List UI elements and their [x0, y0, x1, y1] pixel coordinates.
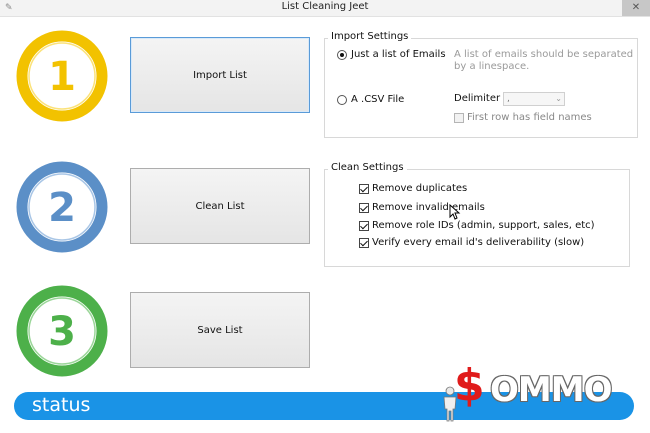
step-1-ring: 1 [16, 30, 108, 122]
first-row-label[interactable]: First row has field names [467, 112, 592, 123]
mouse-cursor-icon [449, 204, 461, 220]
title-bar: ✎ List Cleaning Jeet ✕ [0, 0, 650, 17]
step-2-ring: 2 [16, 161, 108, 253]
radio-emails-label[interactable]: Just a list of Emails [351, 49, 446, 60]
verify-deliverability-checkbox[interactable] [359, 238, 369, 248]
close-button[interactable]: ✕ [622, 0, 650, 16]
emails-hint: A list of emails should be separated by … [454, 49, 634, 72]
step-3-ring: 3 [16, 285, 108, 377]
import-settings-legend: Import Settings [328, 31, 412, 42]
remove-invalid-label[interactable]: Remove invalid emails [372, 202, 485, 213]
watermark-text: OMMO [490, 370, 612, 410]
step-1-badge-icon: 1 [14, 28, 110, 124]
step-3-badge-icon: 3 [14, 283, 110, 379]
close-icon[interactable]: ✕ [632, 2, 640, 13]
remove-duplicates-checkbox[interactable] [359, 184, 369, 194]
verify-deliverability-label[interactable]: Verify every email id's deliverability (… [372, 237, 584, 248]
remove-duplicates-label[interactable]: Remove duplicates [372, 183, 467, 194]
step-2-number: 2 [48, 185, 76, 231]
clean-list-button[interactable]: Clean List [130, 168, 310, 244]
remove-invalid-checkbox[interactable] [359, 203, 369, 213]
radio-csv[interactable] [337, 95, 347, 105]
remove-role-ids-label[interactable]: Remove role IDs (admin, support, sales, … [372, 220, 595, 231]
watermark-logo: $ OMMO [440, 360, 640, 424]
radio-csv-label[interactable]: A .CSV File [351, 94, 404, 105]
delimiter-select[interactable]: , ⌄ [503, 92, 565, 106]
chevron-down-icon: ⌄ [555, 94, 562, 103]
first-row-checkbox[interactable] [454, 113, 464, 123]
radio-emails[interactable] [337, 50, 347, 60]
window-title: List Cleaning Jeet [281, 1, 369, 12]
status-text: status [32, 394, 91, 416]
step-1-number: 1 [48, 54, 76, 100]
step-3-number: 3 [48, 309, 76, 355]
remove-role-ids-checkbox[interactable] [359, 221, 369, 231]
import-list-button[interactable]: Import List [130, 37, 310, 113]
delimiter-value: , [507, 94, 510, 104]
clean-settings-group [324, 169, 630, 267]
clean-settings-legend: Clean Settings [328, 162, 407, 173]
watermark-dollar: $ [454, 360, 485, 411]
delimiter-label: Delimiter [454, 93, 501, 104]
save-list-button[interactable]: Save List [130, 292, 310, 368]
step-2-badge-icon: 2 [14, 159, 110, 255]
